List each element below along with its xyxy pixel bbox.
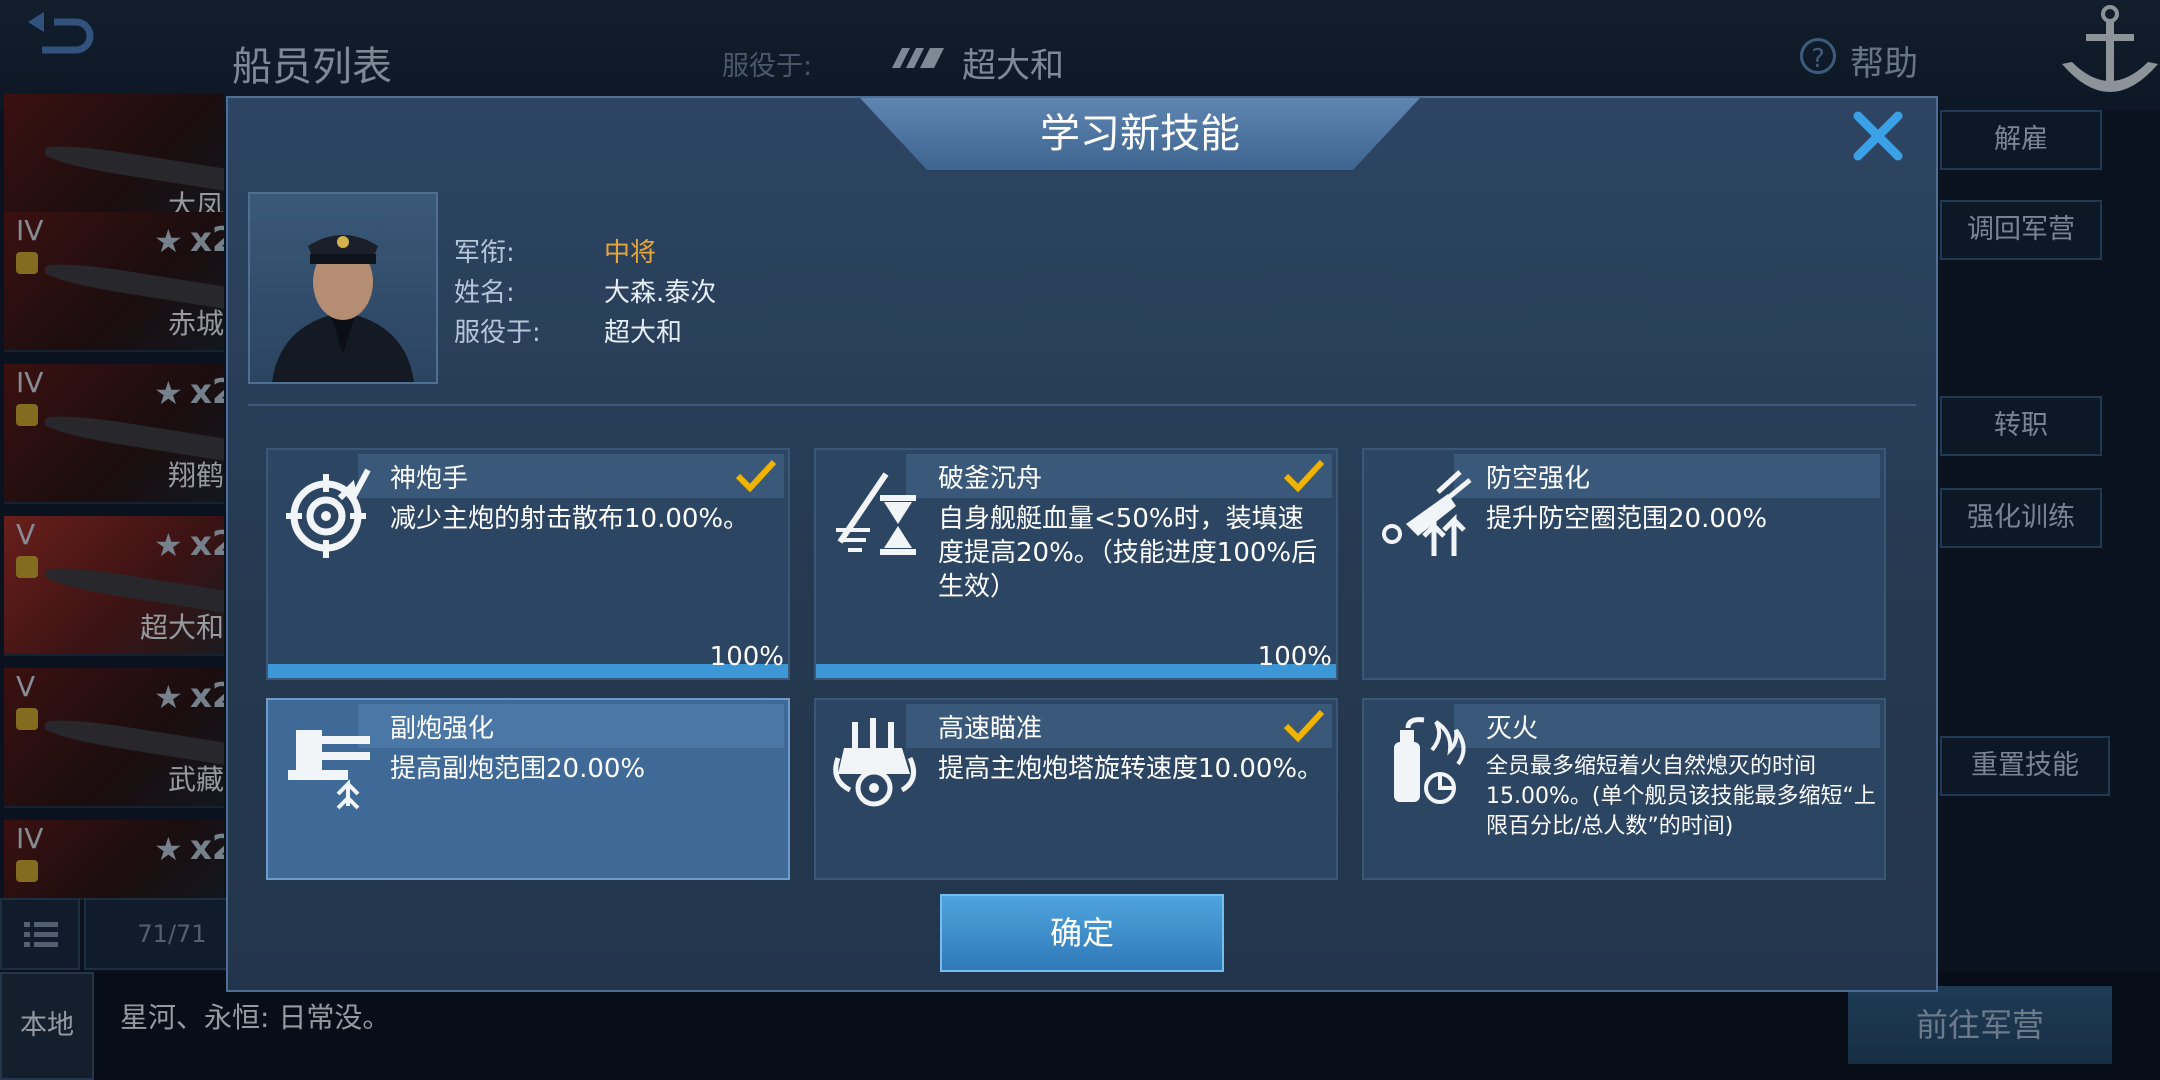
skill-card[interactable]: 神炮手 减少主炮的射击散布10.00%。 100% — [266, 448, 790, 680]
learn-skill-dialog: 学习新技能 军衔: 中将 姓名: 大森.泰次 服役于: 超大和 神炮手 减少主炮… — [226, 96, 1938, 992]
skill-name: 灭火 — [1486, 714, 1539, 744]
skill-progress-label: 100% — [1257, 642, 1332, 672]
rank-value: 中将 — [604, 238, 657, 268]
skill-name: 高速瞄准 — [938, 714, 1043, 744]
close-icon[interactable] — [1848, 106, 1908, 166]
skill-description: 全员最多缩短着火自然熄灭的时间15.00%。(单个舰员该技能最多缩短“上限百分比… — [1486, 754, 1876, 839]
hourglass-icon — [836, 472, 916, 555]
skill-description: 自身舰艇血量<50%时，装填速度提高20%。（技能进度100%后生效） — [938, 504, 1318, 602]
secondary-gun-icon — [288, 730, 370, 810]
skill-card[interactable]: 灭火 全员最多缩短着火自然熄灭的时间15.00%。(单个舰员该技能最多缩短“上限… — [1362, 698, 1886, 880]
dialog-title: 学习新技能 — [1040, 111, 1240, 157]
rank-label: 军衔: — [454, 238, 515, 268]
skill-name: 副炮强化 — [390, 714, 495, 744]
skill-progress-label: 100% — [709, 642, 784, 672]
check-icon — [1283, 709, 1325, 743]
skill-card[interactable]: 破釜沉舟 自身舰艇血量<50%时，装填速度提高20%。（技能进度100%后生效）… — [814, 448, 1338, 680]
extinguisher-icon — [1394, 717, 1466, 804]
skill-card[interactable]: 防空强化 提升防空圈范围20.00% — [1362, 448, 1886, 680]
check-icon — [1283, 459, 1325, 493]
check-icon — [735, 459, 777, 493]
name-label: 姓名: — [454, 278, 515, 308]
skill-card[interactable]: 高速瞄准 提高主炮炮塔旋转速度10.00%。 — [814, 698, 1338, 880]
skill-description: 提高主炮炮塔旋转速度10.00%。 — [938, 754, 1324, 784]
skill-card-selected[interactable]: 副炮强化 提高副炮范围20.00% — [266, 698, 790, 880]
serving-ship: 超大和 — [604, 318, 683, 348]
serving-row: 服役于: 超大和 — [454, 312, 682, 349]
skill-description: 提高副炮范围20.00% — [390, 754, 646, 784]
skill-description: 减少主炮的射击散布10.00%。 — [390, 504, 750, 534]
name-row: 姓名: 大森.泰次 — [454, 272, 716, 309]
skill-name: 破釜沉舟 — [938, 464, 1043, 494]
officer-name: 大森.泰次 — [604, 278, 717, 308]
crosshair-icon — [286, 468, 371, 558]
skill-name: 神炮手 — [390, 464, 469, 494]
anti-air-icon — [1382, 470, 1472, 556]
officer-portrait — [248, 192, 438, 384]
skill-description: 提升防空圈范围20.00% — [1486, 504, 1768, 534]
skill-name: 防空强化 — [1486, 464, 1591, 494]
confirm-button[interactable]: 确定 — [940, 894, 1224, 972]
divider — [248, 404, 1916, 406]
serving-label: 服役于: — [454, 318, 541, 348]
rank-row: 军衔: 中将 — [454, 232, 656, 269]
turret-icon — [833, 718, 917, 807]
